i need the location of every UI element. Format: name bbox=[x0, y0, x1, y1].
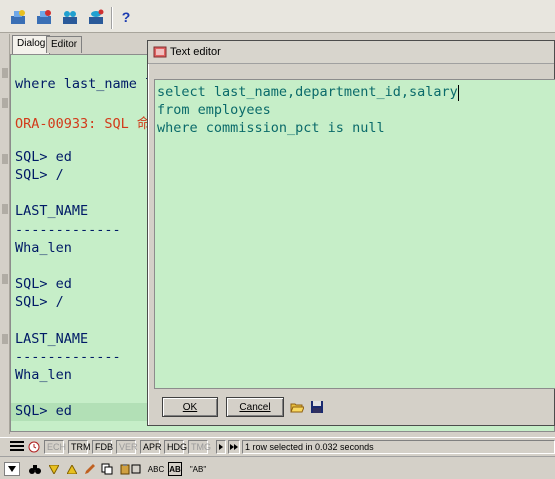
output-line: ------------- bbox=[15, 349, 121, 365]
editor-line: where commission_pct is null bbox=[157, 120, 385, 136]
list-lines-icon[interactable] bbox=[10, 441, 24, 453]
editor-line: select last_name,department_id,salary bbox=[157, 84, 458, 100]
status-toggle-fdb[interactable]: FDB bbox=[92, 440, 113, 454]
output-line: ------------- bbox=[15, 221, 121, 238]
tab-dialog[interactable]: Dialog bbox=[12, 35, 51, 54]
binoculars-icon[interactable] bbox=[28, 462, 42, 476]
help-icon[interactable]: ? bbox=[116, 7, 136, 27]
edit-icon[interactable] bbox=[84, 462, 96, 476]
ok-button[interactable]: OK bbox=[162, 397, 218, 417]
output-line: LAST_NAME bbox=[15, 330, 89, 347]
output-line: SQL> ed bbox=[11, 402, 151, 421]
output-line: LAST_NAME bbox=[15, 203, 89, 220]
status-toggle-hdg[interactable]: HDG bbox=[164, 440, 187, 454]
output-line: where last_name l bbox=[15, 76, 154, 92]
abc-label[interactable]: ABC bbox=[148, 462, 164, 476]
status-message: 1 row selected in 0.032 seconds bbox=[242, 440, 555, 454]
status-bar: ECH TRM FDB VER APR HDG TMG 1 row selected in … bbox=[0, 437, 555, 455]
disconnect-icon[interactable] bbox=[34, 7, 54, 27]
status-toggle-trm[interactable]: TRM bbox=[68, 440, 91, 454]
output-line: SQL> ed bbox=[15, 148, 72, 165]
output-line: SQL> / bbox=[15, 167, 64, 183]
status-toggle-tmg[interactable]: TMG bbox=[188, 440, 211, 454]
filter-up-icon[interactable] bbox=[66, 462, 78, 476]
open-folder-icon[interactable] bbox=[290, 400, 304, 414]
users-icon[interactable] bbox=[60, 7, 80, 27]
status-toggle-ver[interactable]: VER bbox=[116, 440, 138, 454]
ab-quote-label[interactable]: "AB" bbox=[190, 462, 206, 476]
copy-icon[interactable] bbox=[100, 462, 114, 476]
connect-icon[interactable] bbox=[8, 7, 28, 27]
editor-line: from employees bbox=[157, 102, 271, 118]
database-icon[interactable] bbox=[86, 7, 106, 27]
text-editor-window: Text editor select last_name,department_… bbox=[147, 40, 555, 426]
output-line: ORA-00933: SQL 命 bbox=[15, 116, 151, 133]
box-icon[interactable] bbox=[130, 462, 142, 476]
editor-title: Text editor bbox=[170, 46, 221, 58]
play-icon[interactable] bbox=[216, 440, 226, 454]
fast-forward-icon[interactable] bbox=[228, 440, 240, 454]
ab-label[interactable]: AB bbox=[168, 462, 182, 476]
editor-window-icon bbox=[153, 46, 167, 58]
output-line: Wha_len bbox=[15, 239, 72, 256]
cancel-button[interactable]: Cancel bbox=[226, 397, 284, 417]
output-line: Wha_len bbox=[15, 367, 72, 384]
filter-down-icon[interactable] bbox=[48, 462, 60, 476]
status-toggle-apr[interactable]: APR bbox=[140, 440, 162, 454]
main-toolbar: ? bbox=[0, 0, 555, 33]
left-gutter bbox=[0, 34, 10, 434]
output-line: SQL> / bbox=[15, 294, 64, 311]
editor-text-area[interactable]: select last_name,department_id,salary fr… bbox=[154, 79, 555, 389]
editor-footer: OK Cancel bbox=[154, 393, 555, 423]
text-caret bbox=[458, 85, 459, 101]
clock-icon[interactable] bbox=[28, 441, 40, 453]
editor-title-bar[interactable]: Text editor bbox=[148, 41, 554, 64]
bottom-toolbar: ABC AB "AB" bbox=[0, 456, 555, 479]
tab-editor[interactable]: Editor bbox=[46, 36, 83, 53]
output-line: SQL> ed bbox=[15, 276, 72, 293]
save-icon[interactable] bbox=[310, 400, 324, 414]
dropdown-arrow-icon[interactable] bbox=[4, 462, 20, 476]
status-toggle-ech[interactable]: ECH bbox=[44, 440, 66, 454]
